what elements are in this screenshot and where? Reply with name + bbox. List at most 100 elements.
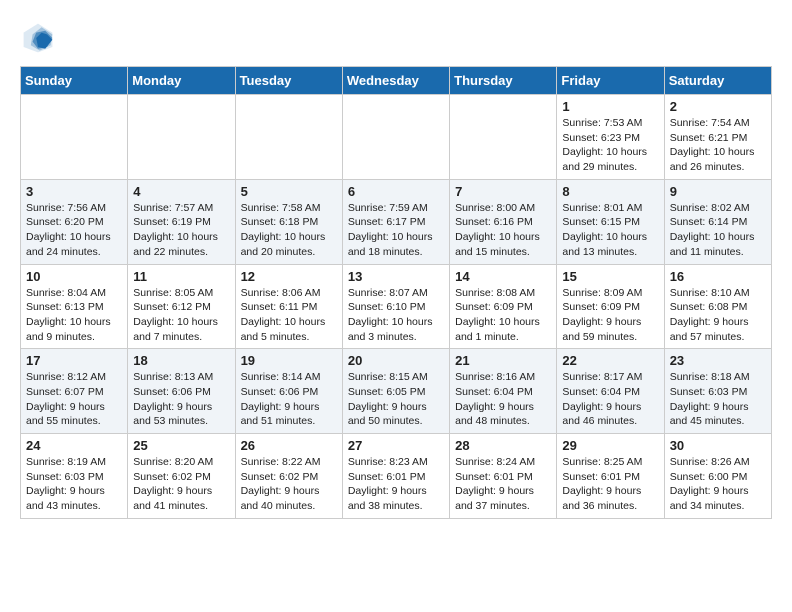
day-number: 17 <box>26 353 122 368</box>
calendar-cell: 28Sunrise: 8:24 AMSunset: 6:01 PMDayligh… <box>450 434 557 519</box>
day-number: 15 <box>562 269 658 284</box>
day-sun-info: Sunrise: 7:58 AMSunset: 6:18 PMDaylight:… <box>241 201 337 260</box>
calendar-cell: 1 Sunrise: 7:53 AMSunset: 6:23 PMDaylight… <box>557 95 664 180</box>
day-number: 13 <box>348 269 444 284</box>
day-number: 14 <box>455 269 551 284</box>
day-sun-info: Sunrise: 7:54 AMSunset: 6:21 PMDaylight:… <box>670 116 766 175</box>
day-sun-info: Sunrise: 8:15 AMSunset: 6:05 PMDaylight:… <box>348 370 444 429</box>
logo <box>20 20 60 56</box>
calendar-cell: 3 Sunrise: 7:56 AMSunset: 6:20 PMDaylight… <box>21 179 128 264</box>
day-sun-info: Sunrise: 7:53 AMSunset: 6:23 PMDaylight:… <box>562 116 658 175</box>
day-number: 7 <box>455 184 551 199</box>
day-number: 8 <box>562 184 658 199</box>
day-number: 3 <box>26 184 122 199</box>
calendar-week-row: 1 Sunrise: 7:53 AMSunset: 6:23 PMDaylight… <box>21 95 772 180</box>
day-sun-info: Sunrise: 8:20 AMSunset: 6:02 PMDaylight:… <box>133 455 229 514</box>
calendar-cell: 8 Sunrise: 8:01 AMSunset: 6:15 PMDaylight… <box>557 179 664 264</box>
calendar-cell: 26 Sunrise: 8:22 AMSunset: 6:02 PMDayligh… <box>235 434 342 519</box>
day-sun-info: Sunrise: 7:56 AMSunset: 6:20 PMDaylight:… <box>26 201 122 260</box>
calendar-week-row: 10 Sunrise: 8:04 AMSunset: 6:13 PMDayligh… <box>21 264 772 349</box>
day-number: 18 <box>133 353 229 368</box>
page-header <box>20 20 772 56</box>
day-of-week-header: Thursday <box>450 67 557 95</box>
calendar-cell <box>235 95 342 180</box>
calendar-cell: 18 Sunrise: 8:13 AMSunset: 6:06 PMDayligh… <box>128 349 235 434</box>
day-sun-info: Sunrise: 8:19 AMSunset: 6:03 PMDaylight:… <box>26 455 122 514</box>
logo-icon <box>20 20 56 56</box>
day-sun-info: Sunrise: 8:14 AMSunset: 6:06 PMDaylight:… <box>241 370 337 429</box>
day-sun-info: Sunrise: 8:06 AMSunset: 6:11 PMDaylight:… <box>241 286 337 345</box>
calendar-cell: 2 Sunrise: 7:54 AMSunset: 6:21 PMDaylight… <box>664 95 771 180</box>
day-number: 4 <box>133 184 229 199</box>
calendar-cell: 7 Sunrise: 8:00 AMSunset: 6:16 PMDaylight… <box>450 179 557 264</box>
day-number: 25 <box>133 438 229 453</box>
calendar-cell: 19 Sunrise: 8:14 AMSunset: 6:06 PMDayligh… <box>235 349 342 434</box>
calendar-cell: 22 Sunrise: 8:17 AMSunset: 6:04 PMDayligh… <box>557 349 664 434</box>
day-number: 2 <box>670 99 766 114</box>
calendar-header-row: SundayMondayTuesdayWednesdayThursdayFrid… <box>21 67 772 95</box>
calendar-week-row: 3 Sunrise: 7:56 AMSunset: 6:20 PMDaylight… <box>21 179 772 264</box>
day-number: 21 <box>455 353 551 368</box>
day-sun-info: Sunrise: 8:07 AMSunset: 6:10 PMDaylight:… <box>348 286 444 345</box>
calendar-cell: 25 Sunrise: 8:20 AMSunset: 6:02 PMDayligh… <box>128 434 235 519</box>
calendar-cell: 14Sunrise: 8:08 AMSunset: 6:09 PMDayligh… <box>450 264 557 349</box>
calendar-table: SundayMondayTuesdayWednesdayThursdayFrid… <box>20 66 772 519</box>
day-sun-info: Sunrise: 8:02 AMSunset: 6:14 PMDaylight:… <box>670 201 766 260</box>
day-sun-info: Sunrise: 8:05 AMSunset: 6:12 PMDaylight:… <box>133 286 229 345</box>
day-number: 19 <box>241 353 337 368</box>
calendar-week-row: 17Sunrise: 8:12 AMSunset: 6:07 PMDayligh… <box>21 349 772 434</box>
calendar-cell <box>342 95 449 180</box>
day-number: 9 <box>670 184 766 199</box>
day-of-week-header: Saturday <box>664 67 771 95</box>
day-number: 24 <box>26 438 122 453</box>
day-number: 30 <box>670 438 766 453</box>
day-of-week-header: Wednesday <box>342 67 449 95</box>
calendar-week-row: 24 Sunrise: 8:19 AMSunset: 6:03 PMDayligh… <box>21 434 772 519</box>
day-sun-info: Sunrise: 8:26 AMSunset: 6:00 PMDaylight:… <box>670 455 766 514</box>
day-sun-info: Sunrise: 7:57 AMSunset: 6:19 PMDaylight:… <box>133 201 229 260</box>
calendar-cell: 5 Sunrise: 7:58 AMSunset: 6:18 PMDaylight… <box>235 179 342 264</box>
day-number: 16 <box>670 269 766 284</box>
day-number: 26 <box>241 438 337 453</box>
calendar-cell: 27Sunrise: 8:23 AMSunset: 6:01 PMDayligh… <box>342 434 449 519</box>
calendar-cell: 6Sunrise: 7:59 AMSunset: 6:17 PMDaylight… <box>342 179 449 264</box>
day-sun-info: Sunrise: 8:23 AMSunset: 6:01 PMDaylight:… <box>348 455 444 514</box>
day-number: 12 <box>241 269 337 284</box>
day-sun-info: Sunrise: 7:59 AMSunset: 6:17 PMDaylight:… <box>348 201 444 260</box>
day-number: 29 <box>562 438 658 453</box>
calendar-cell: 11 Sunrise: 8:05 AMSunset: 6:12 PMDayligh… <box>128 264 235 349</box>
day-sun-info: Sunrise: 8:22 AMSunset: 6:02 PMDaylight:… <box>241 455 337 514</box>
calendar-cell: 9 Sunrise: 8:02 AMSunset: 6:14 PMDaylight… <box>664 179 771 264</box>
calendar-cell <box>450 95 557 180</box>
day-sun-info: Sunrise: 8:24 AMSunset: 6:01 PMDaylight:… <box>455 455 551 514</box>
calendar-cell: 16 Sunrise: 8:10 AMSunset: 6:08 PMDayligh… <box>664 264 771 349</box>
day-number: 20 <box>348 353 444 368</box>
day-sun-info: Sunrise: 8:13 AMSunset: 6:06 PMDaylight:… <box>133 370 229 429</box>
day-number: 22 <box>562 353 658 368</box>
day-sun-info: Sunrise: 8:18 AMSunset: 6:03 PMDaylight:… <box>670 370 766 429</box>
day-sun-info: Sunrise: 8:04 AMSunset: 6:13 PMDaylight:… <box>26 286 122 345</box>
day-of-week-header: Tuesday <box>235 67 342 95</box>
day-number: 1 <box>562 99 658 114</box>
day-sun-info: Sunrise: 8:01 AMSunset: 6:15 PMDaylight:… <box>562 201 658 260</box>
day-number: 10 <box>26 269 122 284</box>
day-number: 11 <box>133 269 229 284</box>
calendar-cell <box>128 95 235 180</box>
calendar-cell: 13 Sunrise: 8:07 AMSunset: 6:10 PMDayligh… <box>342 264 449 349</box>
day-of-week-header: Monday <box>128 67 235 95</box>
calendar-cell: 24 Sunrise: 8:19 AMSunset: 6:03 PMDayligh… <box>21 434 128 519</box>
day-sun-info: Sunrise: 8:16 AMSunset: 6:04 PMDaylight:… <box>455 370 551 429</box>
day-sun-info: Sunrise: 8:10 AMSunset: 6:08 PMDaylight:… <box>670 286 766 345</box>
day-sun-info: Sunrise: 8:09 AMSunset: 6:09 PMDaylight:… <box>562 286 658 345</box>
calendar-cell: 21 Sunrise: 8:16 AMSunset: 6:04 PMDayligh… <box>450 349 557 434</box>
day-sun-info: Sunrise: 8:17 AMSunset: 6:04 PMDaylight:… <box>562 370 658 429</box>
calendar-cell <box>21 95 128 180</box>
day-sun-info: Sunrise: 8:25 AMSunset: 6:01 PMDaylight:… <box>562 455 658 514</box>
day-number: 5 <box>241 184 337 199</box>
calendar-cell: 20 Sunrise: 8:15 AMSunset: 6:05 PMDayligh… <box>342 349 449 434</box>
calendar-cell: 17Sunrise: 8:12 AMSunset: 6:07 PMDayligh… <box>21 349 128 434</box>
calendar-cell: 15 Sunrise: 8:09 AMSunset: 6:09 PMDayligh… <box>557 264 664 349</box>
day-sun-info: Sunrise: 8:00 AMSunset: 6:16 PMDaylight:… <box>455 201 551 260</box>
day-of-week-header: Sunday <box>21 67 128 95</box>
calendar-cell: 10 Sunrise: 8:04 AMSunset: 6:13 PMDayligh… <box>21 264 128 349</box>
